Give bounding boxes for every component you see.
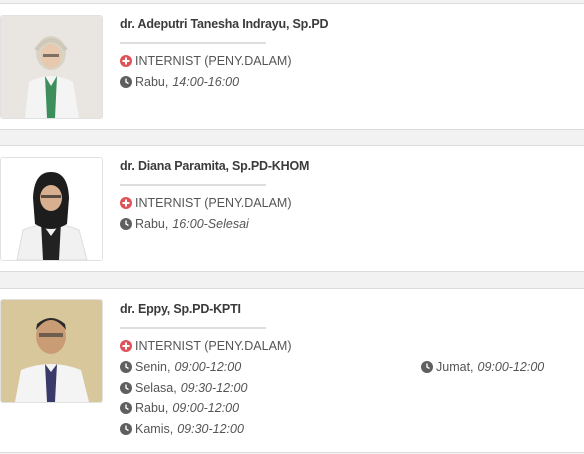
doctor-card: dr. Eppy, Sp.PD-KPTI INTERNIST (PENY.DAL… — [0, 288, 584, 453]
schedule-time: 09:00-12:00 — [477, 360, 545, 374]
doctor-photo-image — [1, 158, 102, 260]
name-divider — [120, 327, 266, 329]
name-divider — [120, 184, 266, 186]
schedule-day: Jumat, — [436, 360, 474, 374]
specialty-label: INTERNIST (PENY.DALAM) — [135, 196, 292, 210]
clock-icon — [120, 361, 132, 373]
schedule-day: Senin, — [135, 360, 171, 374]
clock-icon — [120, 402, 132, 414]
specialty-label: INTERNIST (PENY.DALAM) — [135, 339, 292, 353]
schedule-day: Rabu, — [135, 217, 169, 231]
schedule-time: 09:30-12:00 — [180, 381, 248, 395]
clock-icon — [120, 382, 132, 394]
schedule-day: Rabu, — [135, 75, 169, 89]
doctor-card: dr. Adeputri Tanesha Indrayu, Sp.PD INTE… — [0, 3, 584, 130]
plus-circle-icon — [120, 340, 132, 352]
schedule-time: 09:30-12:00 — [177, 422, 244, 436]
schedule-day: Kamis, — [135, 422, 174, 436]
schedule-time: 09:00-12:00 — [172, 401, 240, 415]
schedule-item: Senin, 09:00-12:00 — [120, 360, 241, 374]
doctor-name[interactable]: dr. Adeputri Tanesha Indrayu, Sp.PD — [120, 17, 329, 31]
plus-circle-icon — [120, 55, 132, 67]
clock-icon — [120, 423, 132, 435]
schedule-item: Rabu, 16:00-Selesai — [120, 217, 249, 231]
schedule-day: Rabu, — [135, 401, 169, 415]
schedule-item: Rabu, 09:00-12:00 — [120, 401, 239, 415]
specialty-line: INTERNIST (PENY.DALAM) — [120, 196, 292, 210]
doctor-name[interactable]: dr. Diana Paramita, Sp.PD-KHOM — [120, 159, 309, 173]
doctor-photo-image — [1, 16, 102, 118]
schedule-day: Selasa, — [135, 381, 177, 395]
doctor-name[interactable]: dr. Eppy, Sp.PD-KPTI — [120, 302, 241, 316]
doctor-photo[interactable] — [0, 157, 103, 261]
schedule-item: Jumat, 09:00-12:00 — [421, 360, 544, 374]
plus-circle-icon — [120, 197, 132, 209]
doctor-photo[interactable] — [0, 299, 103, 403]
schedule-item: Kamis, 09:30-12:00 — [120, 422, 244, 436]
doctor-card: dr. Diana Paramita, Sp.PD-KHOM INTERNIST… — [0, 145, 584, 272]
doctor-photo-image — [1, 300, 102, 402]
schedule-item: Rabu, 14:00-16:00 — [120, 75, 239, 89]
schedule-time: 09:00-12:00 — [174, 360, 242, 374]
clock-icon — [120, 76, 132, 88]
specialty-line: INTERNIST (PENY.DALAM) — [120, 54, 292, 68]
schedule-time: 14:00-16:00 — [172, 75, 240, 89]
name-divider — [120, 42, 266, 44]
clock-icon — [120, 218, 132, 230]
specialty-line: INTERNIST (PENY.DALAM) — [120, 339, 292, 353]
schedule-item: Selasa, 09:30-12:00 — [120, 381, 247, 395]
schedule-time: 16:00-Selesai — [172, 217, 249, 231]
clock-icon — [421, 361, 433, 373]
doctor-photo[interactable] — [0, 15, 103, 119]
specialty-label: INTERNIST (PENY.DALAM) — [135, 54, 292, 68]
